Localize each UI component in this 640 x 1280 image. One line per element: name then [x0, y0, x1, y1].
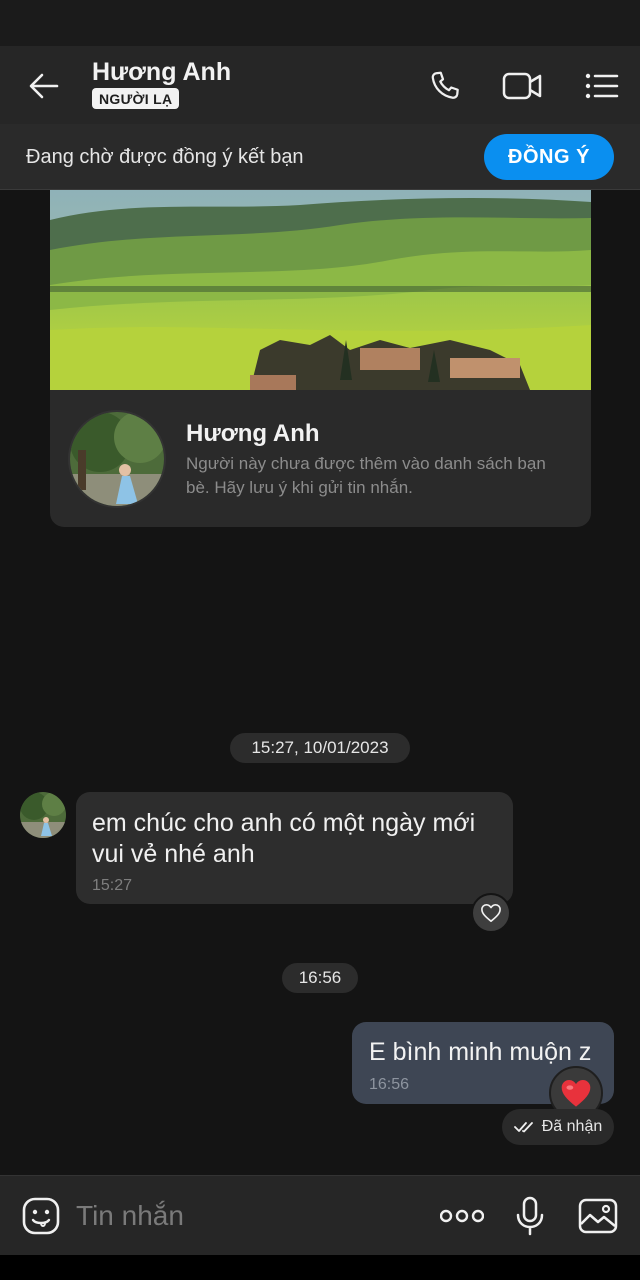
message-time: 16:56 — [369, 1076, 410, 1093]
profile-card[interactable]: Hương Anh Người này chưa được thêm vào d… — [50, 190, 591, 527]
delivery-status: Đã nhận — [502, 1109, 614, 1145]
status-bar — [0, 0, 640, 46]
video-call-icon — [502, 72, 542, 100]
voice-call-button[interactable] — [424, 64, 468, 108]
heart-outline-icon — [481, 904, 501, 922]
image-picker-button[interactable] — [576, 1194, 620, 1238]
chat-header: Hương Anh NGƯỜI LẠ — [0, 46, 640, 124]
time-chip: 16:56 — [282, 963, 358, 993]
pending-text: Đang chờ được đồng ý kết bạn — [26, 146, 304, 168]
sticker-button[interactable] — [20, 1195, 62, 1237]
pending-friend-bar: Đang chờ được đồng ý kết bạn ĐỒNG Ý — [0, 124, 640, 190]
phone-icon — [431, 71, 459, 99]
voice-record-button[interactable] — [508, 1194, 552, 1238]
message-text: E bình minh muộn z — [369, 1038, 592, 1066]
system-nav-bar — [0, 1255, 640, 1280]
menu-list-icon — [585, 73, 619, 99]
back-button[interactable] — [24, 66, 64, 106]
options-menu-button[interactable] — [580, 64, 624, 108]
more-options-button[interactable] — [440, 1194, 484, 1238]
react-button[interactable] — [471, 893, 511, 933]
message-time: 15:27 — [92, 877, 133, 894]
sender-avatar[interactable] — [20, 792, 66, 838]
cover-photo — [50, 190, 591, 390]
video-call-button[interactable] — [500, 64, 544, 108]
double-check-icon — [513, 1122, 533, 1133]
delivery-status-text: Đã nhận — [541, 1118, 603, 1135]
date-chip: 15:27, 10/01/2023 — [230, 733, 410, 763]
stranger-warning: Người này chưa được thêm vào danh sách b… — [186, 454, 546, 497]
contact-name[interactable]: Hương Anh — [92, 58, 231, 87]
profile-avatar[interactable] — [68, 410, 166, 508]
profile-name: Hương Anh — [186, 420, 320, 447]
message-composer — [0, 1175, 640, 1255]
sticker-icon — [22, 1197, 60, 1235]
incoming-message[interactable]: em chúc cho anh có một ngày mới vui vẻ n… — [76, 792, 513, 904]
message-text: em chúc cho anh có một ngày mới vui vẻ n… — [92, 809, 476, 868]
red-heart-icon — [561, 1080, 591, 1107]
stranger-badge: NGƯỜI LẠ — [92, 88, 180, 109]
more-dots-icon — [440, 1209, 484, 1223]
image-icon — [578, 1198, 618, 1234]
back-arrow-icon — [29, 73, 59, 99]
accept-button[interactable]: ĐỒNG Ý — [484, 134, 614, 180]
message-input[interactable] — [76, 1198, 416, 1234]
microphone-icon — [516, 1196, 544, 1236]
